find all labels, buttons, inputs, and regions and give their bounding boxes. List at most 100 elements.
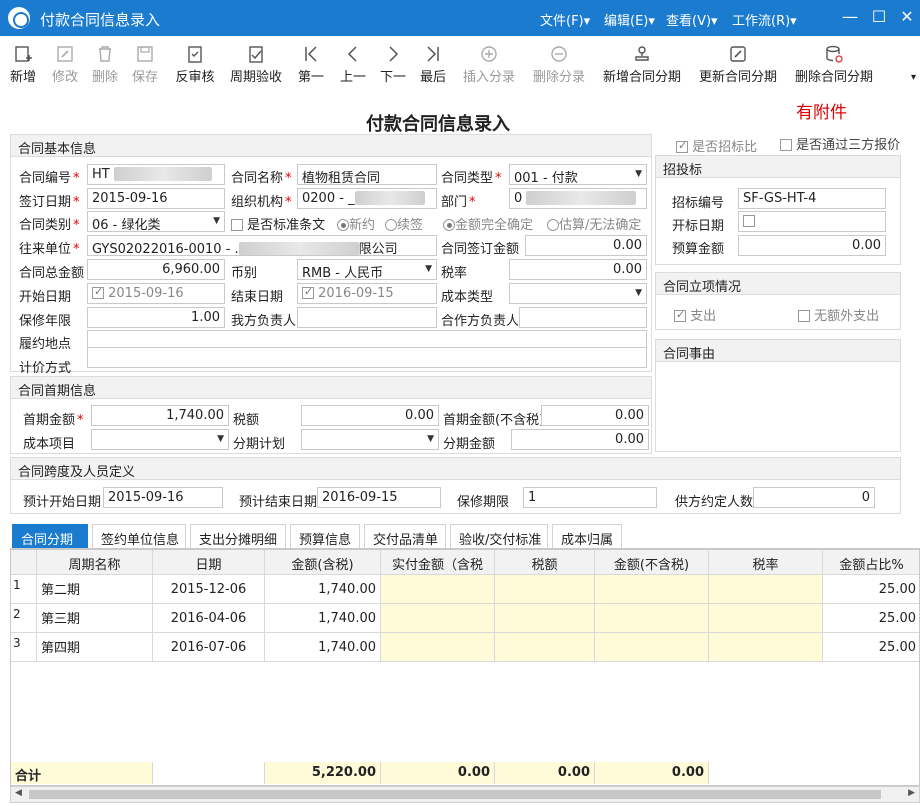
no-extra-checkbox[interactable]: 无额外支出 (798, 305, 879, 324)
date-cell[interactable]: 2015-12-06 (153, 575, 265, 604)
horizontal-scrollbar[interactable]: ◀ ▶ (10, 786, 920, 803)
tab-signing-units[interactable]: 签约单位信息 (92, 524, 186, 548)
period-name-cell[interactable]: 第二期 (37, 575, 153, 604)
tax-rate-cell[interactable] (709, 633, 823, 662)
menu-file[interactable]: 文件(F)▾ (540, 10, 590, 29)
column-header[interactable]: 日期 (153, 550, 265, 575)
cost-item-select[interactable] (91, 429, 229, 450)
scroll-left-icon[interactable]: ◀ (15, 788, 22, 798)
tax-cell[interactable] (495, 575, 595, 604)
maximize-icon[interactable]: ☐ (868, 6, 890, 28)
total-amount-field[interactable]: 6,960.00 (87, 259, 225, 280)
paid-amount-cell[interactable] (381, 604, 495, 633)
period-accept-button[interactable]: 周期验收 (226, 38, 286, 90)
amount-notax-cell[interactable] (595, 575, 709, 604)
delete-button[interactable]: 删除 (88, 38, 122, 90)
installment-plan-select[interactable] (301, 429, 439, 450)
tab-acceptance[interactable]: 验收/交付标准 (450, 524, 548, 548)
date-cell[interactable]: 2016-07-06 (153, 633, 265, 662)
expense-checkbox[interactable]: 支出 (674, 305, 716, 324)
next-button[interactable]: 下一 (376, 38, 410, 90)
close-icon[interactable]: ✕ (896, 6, 918, 28)
add-installment-button[interactable]: 新增合同分期 (600, 38, 684, 90)
tab-expense-allocation[interactable]: 支出分摊明细 (190, 524, 286, 548)
delete-installment-button[interactable]: 删除合同分期 (792, 38, 876, 90)
delete-entry-button[interactable]: 删除分录 (530, 38, 588, 90)
paid-amount-cell[interactable] (381, 575, 495, 604)
tax-cell[interactable] (495, 633, 595, 662)
row-number[interactable]: 2 (11, 604, 37, 633)
amount-estimate-radio[interactable]: 估算/无法确定 (547, 214, 641, 233)
installment-amount-field[interactable]: 0.00 (511, 429, 649, 450)
reason-textarea[interactable] (658, 364, 898, 449)
row-number[interactable]: 3 (11, 633, 37, 662)
toolbar-overflow-icon[interactable]: ▾ (911, 72, 916, 83)
bid-no-field[interactable]: SF-GS-HT-4 (738, 188, 886, 209)
unapprove-button[interactable]: 反审核 (172, 38, 218, 90)
warranty-period-field[interactable]: 1 (523, 487, 657, 508)
partner-rep-field[interactable] (519, 307, 647, 328)
amount-cell[interactable]: 1,740.00 (265, 575, 381, 604)
prev-button[interactable]: 上一 (336, 38, 370, 90)
last-button[interactable]: 最后 (416, 38, 450, 90)
planned-end-field[interactable]: 2016-09-15 (317, 487, 441, 508)
sign-amount-field[interactable]: 0.00 (525, 235, 647, 256)
date-cell[interactable]: 2016-04-06 (153, 604, 265, 633)
tab-budget[interactable]: 预算信息 (290, 524, 360, 548)
is-bid-checkbox[interactable]: 是否招标比 (676, 136, 757, 155)
warranty-field[interactable]: 1.00 (87, 307, 225, 328)
paid-amount-cell[interactable] (381, 633, 495, 662)
column-header[interactable]: 金额占比% (823, 550, 919, 575)
column-header[interactable]: 金额(含税) (265, 550, 381, 575)
third-party-checkbox[interactable]: 是否通过三方报价 (780, 134, 900, 153)
attachment-link[interactable]: 有附件 (796, 98, 847, 123)
category-select[interactable]: 06 - 绿化类 (87, 211, 225, 232)
menu-edit[interactable]: 编辑(E)▾ (604, 10, 655, 29)
save-button[interactable]: 保存 (128, 38, 162, 90)
column-header[interactable]: 税额 (495, 550, 595, 575)
first-button[interactable]: 第一 (294, 38, 328, 90)
column-header[interactable]: 周期名称 (37, 550, 153, 575)
tax-cell[interactable] (495, 604, 595, 633)
scrollbar-thumb[interactable] (29, 790, 881, 799)
amount-cell[interactable]: 1,740.00 (265, 604, 381, 633)
tab-installments[interactable]: 合同分期 (12, 524, 88, 548)
amount-notax-cell[interactable] (595, 604, 709, 633)
our-rep-field[interactable] (297, 307, 437, 328)
row-number[interactable]: 1 (11, 575, 37, 604)
tab-cost-attribution[interactable]: 成本归属 (552, 524, 622, 548)
column-header[interactable]: 税率 (709, 550, 823, 575)
scroll-right-icon[interactable]: ▶ (908, 788, 915, 798)
contract-no-field[interactable]: HT (87, 164, 225, 185)
edit-button[interactable]: 修改 (48, 38, 82, 90)
column-header[interactable]: 金额(不含税) (595, 550, 709, 575)
new-sign-radio[interactable]: 新约 (337, 214, 375, 233)
menu-view[interactable]: 查看(V)▾ (666, 10, 718, 29)
supplier-count-field[interactable]: 0 (753, 487, 875, 508)
sign-date-field[interactable]: 2015-09-16 (87, 188, 225, 209)
insert-entry-button[interactable]: 插入分录 (460, 38, 518, 90)
amount-notax-cell[interactable] (595, 633, 709, 662)
period-name-cell[interactable]: 第四期 (37, 633, 153, 662)
partner-field[interactable]: GYS02022016-0010 - . 限公司 (87, 235, 437, 256)
contract-name-field[interactable]: 植物租赁合同 (297, 164, 437, 185)
contract-type-select[interactable]: 001 - 付款 (509, 164, 647, 185)
budget-field[interactable]: 0.00 (738, 235, 886, 256)
amount-fixed-radio[interactable]: 金额完全确定 (443, 214, 533, 233)
end-date-field[interactable]: 2016-09-15 (297, 283, 437, 304)
pricing-field[interactable] (87, 347, 647, 368)
bid-date-field[interactable] (738, 211, 886, 232)
first-amount-field[interactable]: 1,740.00 (91, 405, 229, 426)
minimize-icon[interactable]: — (839, 6, 861, 28)
tax-rate-field[interactable]: 0.00 (509, 259, 647, 280)
tax-rate-cell[interactable] (709, 604, 823, 633)
tax-rate-cell[interactable] (709, 575, 823, 604)
ratio-cell[interactable]: 25.00 (823, 604, 919, 633)
menu-workflow[interactable]: 工作流(R)▾ (732, 10, 797, 29)
first-amount-notax-field[interactable]: 0.00 (541, 405, 649, 426)
tab-deliverables[interactable]: 交付品清单 (364, 524, 446, 548)
renew-radio[interactable]: 续签 (385, 214, 423, 233)
planned-start-field[interactable]: 2015-09-16 (103, 487, 223, 508)
new-button[interactable]: 新增 (6, 38, 40, 90)
start-date-field[interactable]: 2015-09-16 (87, 283, 225, 304)
